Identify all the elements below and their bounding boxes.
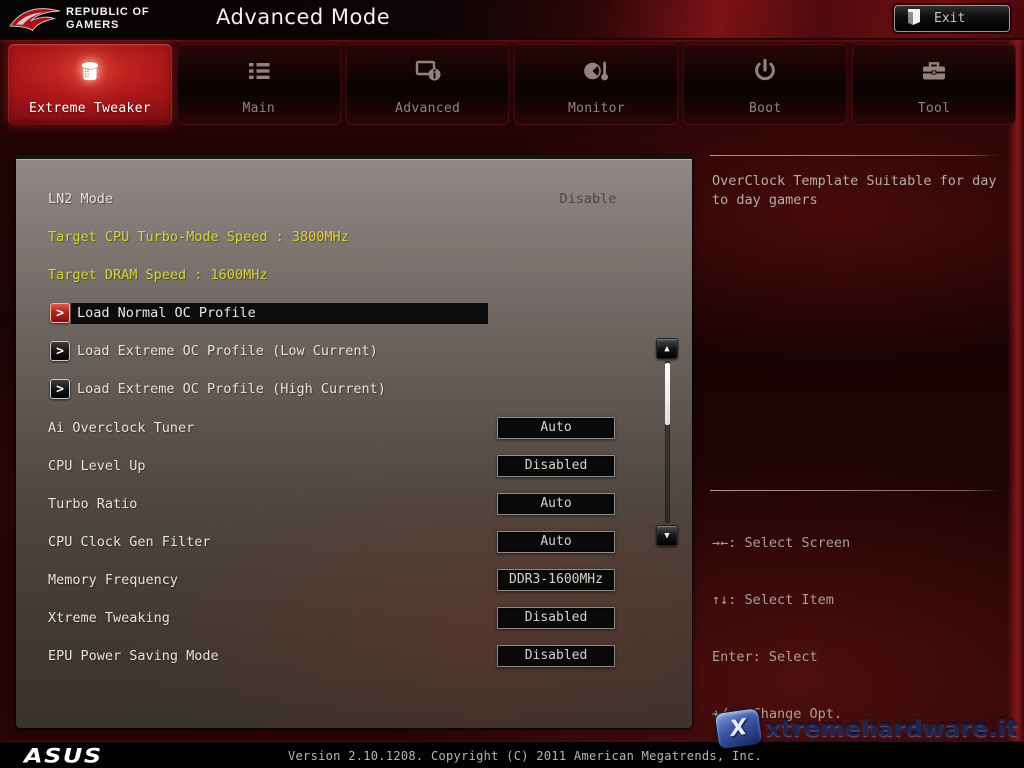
page-title: Advanced Mode <box>216 5 390 29</box>
setting-row-ln2-mode[interactable]: LN2 Mode Disable <box>16 189 692 211</box>
brand-republic-of: REPUBLIC OF <box>66 6 149 19</box>
scrollbar-thumb[interactable] <box>665 363 670 425</box>
exit-door-icon <box>907 8 922 30</box>
brand-text: REPUBLIC OF GAMERS <box>66 6 149 32</box>
action-row-load-extreme-oc-low[interactable]: > Load Extreme OC Profile (Low Current) <box>16 341 692 363</box>
tab-advanced[interactable]: Advanced <box>346 44 510 125</box>
tab-boot[interactable]: Boot <box>683 44 847 125</box>
value-box-cpu-level-up[interactable]: Disabled <box>497 455 615 477</box>
scroll-down-button[interactable]: ▼ <box>656 525 678 546</box>
scroll-up-button[interactable]: ▲ <box>656 338 678 359</box>
action-label: Load Extreme OC Profile (Low Current) <box>77 343 378 359</box>
value-box-memory-frequency[interactable]: DDR3-1600MHz <box>497 569 615 591</box>
setting-row: Memory Frequency DDR3-1600MHz <box>16 569 692 591</box>
tab-main[interactable]: Main <box>177 44 341 125</box>
arrow-button[interactable]: > <box>50 303 70 323</box>
shortcut-line: ↑↓: Select Item <box>712 591 891 610</box>
watermark-x-glyph: X <box>728 715 748 742</box>
setting-row: EPU Power Saving Mode Disabled <box>16 645 692 667</box>
value-box-epu-power-saving[interactable]: Disabled <box>497 645 615 667</box>
action-label: Load Extreme OC Profile (High Current) <box>77 381 386 397</box>
target-dram-speed-text: Target DRAM Speed : 1600MHz <box>48 267 267 283</box>
setting-row: CPU Level Up Disabled <box>16 455 692 477</box>
triangle-down-icon: ▼ <box>664 531 669 541</box>
exit-label: Exit <box>934 11 965 26</box>
setting-label: CPU Level Up <box>48 458 146 474</box>
arrow-right-icon: > <box>56 306 64 321</box>
tab-extreme-tweaker[interactable]: Extreme Tweaker <box>8 44 172 125</box>
action-label: Load Normal OC Profile <box>77 305 256 321</box>
value-box-turbo-ratio[interactable]: Auto <box>497 493 615 515</box>
power-icon <box>750 57 780 89</box>
watermark-x-logo: X <box>714 707 764 750</box>
tab-label: Tool <box>918 101 951 116</box>
scrollbar[interactable]: ▲ ▼ <box>656 338 680 546</box>
tab-label: Advanced <box>395 101 460 116</box>
arrow-right-icon: > <box>56 344 64 359</box>
arrow-button[interactable]: > <box>50 379 70 399</box>
value-box-xtreme-tweaking[interactable]: Disabled <box>497 607 615 629</box>
value-box-cpu-clock-gen-filter[interactable]: Auto <box>497 531 615 553</box>
scrollbar-track[interactable] <box>665 361 670 523</box>
tab-label: Boot <box>749 101 782 116</box>
setting-label: Memory Frequency <box>48 572 178 588</box>
ln2-mode-value: Disable <box>528 191 648 207</box>
action-row-load-normal-oc-profile[interactable]: > Load Normal OC Profile <box>16 303 692 325</box>
tweaker-knob-icon <box>74 57 106 91</box>
rog-logo-icon <box>8 3 62 37</box>
tab-label: Monitor <box>568 101 625 116</box>
divider <box>710 490 1000 491</box>
monitor-info-icon <box>412 57 444 89</box>
setting-label: Ai Overclock Tuner <box>48 420 194 436</box>
tab-bar: Extreme Tweaker Main Advanc <box>8 44 1016 125</box>
target-cpu-speed-text: Target CPU Turbo-Mode Speed : 3800MHz <box>48 229 349 245</box>
toolbox-icon <box>918 57 950 89</box>
tab-label: Extreme Tweaker <box>29 101 151 116</box>
shortcut-line: →←: Select Screen <box>712 534 891 553</box>
setting-label: LN2 Mode <box>48 191 113 207</box>
setting-label: CPU Clock Gen Filter <box>48 534 211 550</box>
gauge-thermometer-icon <box>580 57 612 89</box>
arrow-right-icon: > <box>56 382 64 397</box>
setting-row: Ai Overclock Tuner Auto <box>16 417 692 439</box>
asus-logo: ASUS <box>24 745 103 768</box>
watermark: X xtremehardware.it <box>716 710 1018 747</box>
tab-tool[interactable]: Tool <box>852 44 1016 125</box>
value-box-ai-overclock-tuner[interactable]: Auto <box>497 417 615 439</box>
bios-screen: REPUBLIC OF GAMERS Advanced Mode Exit <box>0 0 1024 768</box>
setting-row: CPU Clock Gen Filter Auto <box>16 531 692 553</box>
list-icon <box>243 57 275 89</box>
setting-label: Xtreme Tweaking <box>48 610 170 626</box>
setting-label: Turbo Ratio <box>48 496 137 512</box>
version-text: Version 2.10.1208. Copyright (C) 2011 Am… <box>288 749 762 763</box>
setting-label: EPU Power Saving Mode <box>48 648 219 664</box>
brand-gamers: GAMERS <box>66 19 149 32</box>
action-row-load-extreme-oc-high[interactable]: > Load Extreme OC Profile (High Current) <box>16 379 692 401</box>
exit-button[interactable]: Exit <box>894 5 1010 32</box>
watermark-text: xtremehardware.it <box>766 716 1018 742</box>
header-bar: REPUBLIC OF GAMERS Advanced Mode Exit <box>0 0 1024 40</box>
right-edge-glow <box>1007 40 1024 768</box>
tab-monitor[interactable]: Monitor <box>514 44 678 125</box>
triangle-up-icon: ▲ <box>664 344 669 354</box>
divider <box>710 155 1000 156</box>
tab-label: Main <box>242 101 275 116</box>
arrow-button[interactable]: > <box>50 341 70 361</box>
setting-row: Xtreme Tweaking Disabled <box>16 607 692 629</box>
item-description: OverClock Template Suitable for day to d… <box>712 172 1002 210</box>
settings-panel: LN2 Mode Disable Target CPU Turbo-Mode S… <box>16 155 692 728</box>
shortcut-line: Enter: Select <box>712 648 891 667</box>
setting-row: Turbo Ratio Auto <box>16 493 692 515</box>
